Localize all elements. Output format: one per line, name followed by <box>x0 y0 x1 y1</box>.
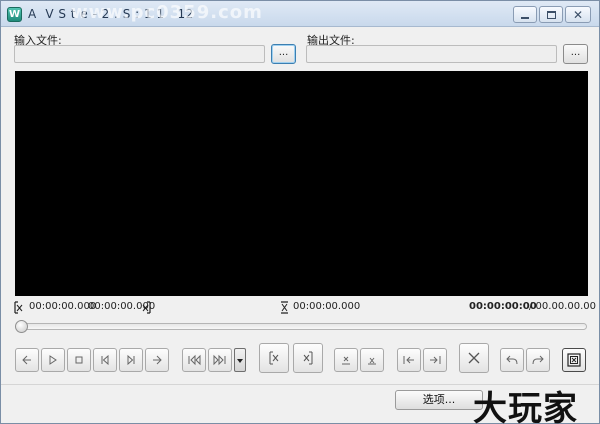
go-to-end-button[interactable] <box>208 348 232 372</box>
next-frame-button[interactable] <box>119 348 143 372</box>
close-icon: ✕ <box>572 7 584 22</box>
go-to-start-button[interactable] <box>182 348 206 372</box>
split-time: 00:00:00.000 <box>293 301 361 312</box>
arrow-left-icon <box>22 355 31 365</box>
close-button[interactable]: ✕ <box>565 6 591 23</box>
skip-end-icon <box>213 354 226 366</box>
arrow-right-icon <box>153 355 162 365</box>
current-time: 00:00:00:00 <box>469 301 537 312</box>
split-remove-icon <box>368 357 376 365</box>
cut-start-icon <box>269 351 279 365</box>
set-cut-end-button[interactable] <box>293 343 323 373</box>
window-controls: ✕ <box>513 6 591 23</box>
total-time: / 00.00.00.00 <box>529 301 596 312</box>
previous-frame-button[interactable] <box>93 348 117 372</box>
options-button[interactable]: 选项... <box>395 390 483 410</box>
maximize-icon <box>546 10 556 19</box>
seek-backward-button[interactable] <box>15 348 39 372</box>
delete-segment-button[interactable] <box>459 343 489 373</box>
cut-start-marker-icon <box>14 301 23 314</box>
app-icon: W <box>7 7 22 22</box>
step-back-icon <box>101 354 109 366</box>
cut-end-marker-icon <box>142 301 151 314</box>
brand-watermark: 大玩家 <box>473 389 578 424</box>
maximize-button[interactable] <box>539 6 563 23</box>
input-browse-button[interactable]: ... <box>271 44 296 64</box>
seek-forward-button[interactable] <box>145 348 169 372</box>
seek-handle[interactable] <box>15 320 28 333</box>
split-marker-icon <box>281 301 288 314</box>
save-frame-icon <box>567 353 581 367</box>
set-cut-start-button[interactable] <box>259 343 289 373</box>
title-bar[interactable]: W A V S t e - 2 . S : 1 1 12 www.pc0359.… <box>1 1 599 27</box>
save-button[interactable] <box>562 348 586 372</box>
redo-icon <box>532 355 544 365</box>
redo-button[interactable] <box>526 348 550 372</box>
output-browse-button[interactable]: ... <box>563 44 588 64</box>
watermark: www.pc0359.com <box>71 2 263 23</box>
video-preview[interactable] <box>15 71 588 296</box>
cut-end-icon <box>303 351 313 365</box>
undo-button[interactable] <box>500 348 524 372</box>
add-split-button[interactable] <box>334 348 358 372</box>
jump-to-end-mark-icon <box>430 356 441 364</box>
step-forward-icon <box>127 354 135 366</box>
output-file-field[interactable] <box>306 45 557 63</box>
cut-start-time: 00:00:00.000 <box>29 301 97 312</box>
undo-icon <box>506 355 518 365</box>
split-add-icon <box>342 356 350 365</box>
go-to-cut-start-button[interactable] <box>397 348 421 372</box>
minimize-icon <box>521 16 529 19</box>
main-window: W A V S t e - 2 . S : 1 1 12 www.pc0359.… <box>0 0 600 424</box>
input-file-field[interactable] <box>14 45 265 63</box>
seek-step-dropdown[interactable] <box>234 348 246 372</box>
go-to-cut-end-button[interactable] <box>423 348 447 372</box>
stop-icon <box>75 356 83 364</box>
stop-button[interactable] <box>67 348 91 372</box>
play-icon <box>49 355 57 365</box>
skip-start-icon <box>188 354 201 366</box>
jump-to-start-mark-icon <box>403 356 414 364</box>
remove-split-button[interactable] <box>360 348 384 372</box>
x-icon <box>468 352 480 364</box>
play-button[interactable] <box>41 348 65 372</box>
minimize-button[interactable] <box>513 6 537 23</box>
seek-bar[interactable] <box>19 323 587 330</box>
